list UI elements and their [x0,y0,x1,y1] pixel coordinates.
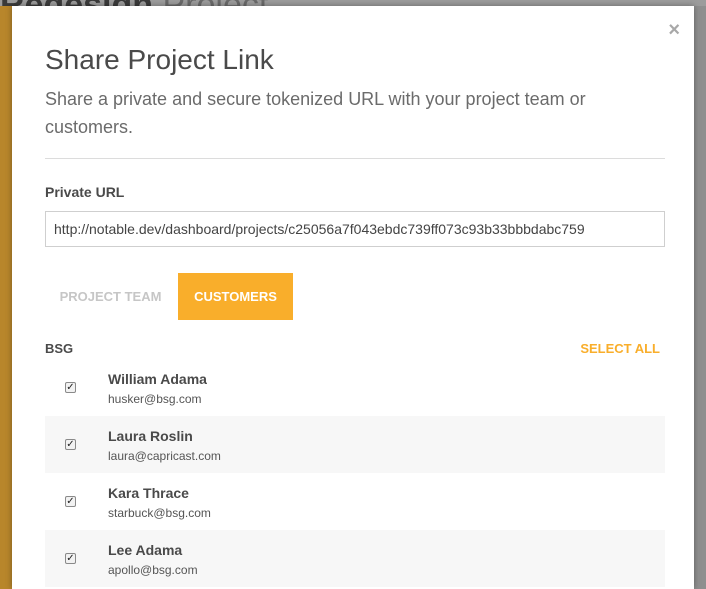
checkbox-checked-icon[interactable]: ✓ [65,439,76,450]
customer-name: William Adama [108,371,207,387]
customer-email: apollo@bsg.com [108,563,198,577]
customer-row[interactable]: ✓ Lee Adama apollo@bsg.com [45,530,665,587]
customer-email: laura@capricast.com [108,449,221,463]
private-url-label: Private URL [45,184,125,200]
private-url-input[interactable] [45,211,665,247]
customer-name: Kara Thrace [108,485,189,501]
checkbox-checked-icon[interactable]: ✓ [65,382,76,393]
select-all-button[interactable]: SELECT ALL [580,341,660,356]
tab-customers[interactable]: CUSTOMERS [178,273,293,320]
customer-name: Lee Adama [108,542,183,558]
customer-row[interactable]: ✓ William Adama husker@bsg.com [45,359,665,416]
customer-email: husker@bsg.com [108,392,202,406]
modal-subtitle: Share a private and secure tokenized URL… [45,89,586,137]
divider [45,158,665,159]
share-project-modal: × Share Project Link Share a private and… [12,6,694,589]
customer-row[interactable]: ✓ Kara Thrace starbuck@bsg.com [45,473,665,530]
group-label: BSG [45,341,74,356]
checkbox-checked-icon[interactable]: ✓ [65,553,76,564]
customer-email: starbuck@bsg.com [108,506,211,520]
close-icon[interactable]: × [668,20,680,40]
background-accent-panel [0,6,12,589]
modal-title: Share Project Link [45,44,274,75]
customer-row[interactable]: ✓ Laura Roslin laura@capricast.com [45,416,665,473]
customer-list: ✓ William Adama husker@bsg.com ✓ Laura R… [45,359,665,587]
background-side-panel [694,6,706,589]
checkbox-checked-icon[interactable]: ✓ [65,496,76,507]
tab-project-team[interactable]: PROJECT TEAM [45,273,176,320]
customer-name: Laura Roslin [108,428,193,444]
